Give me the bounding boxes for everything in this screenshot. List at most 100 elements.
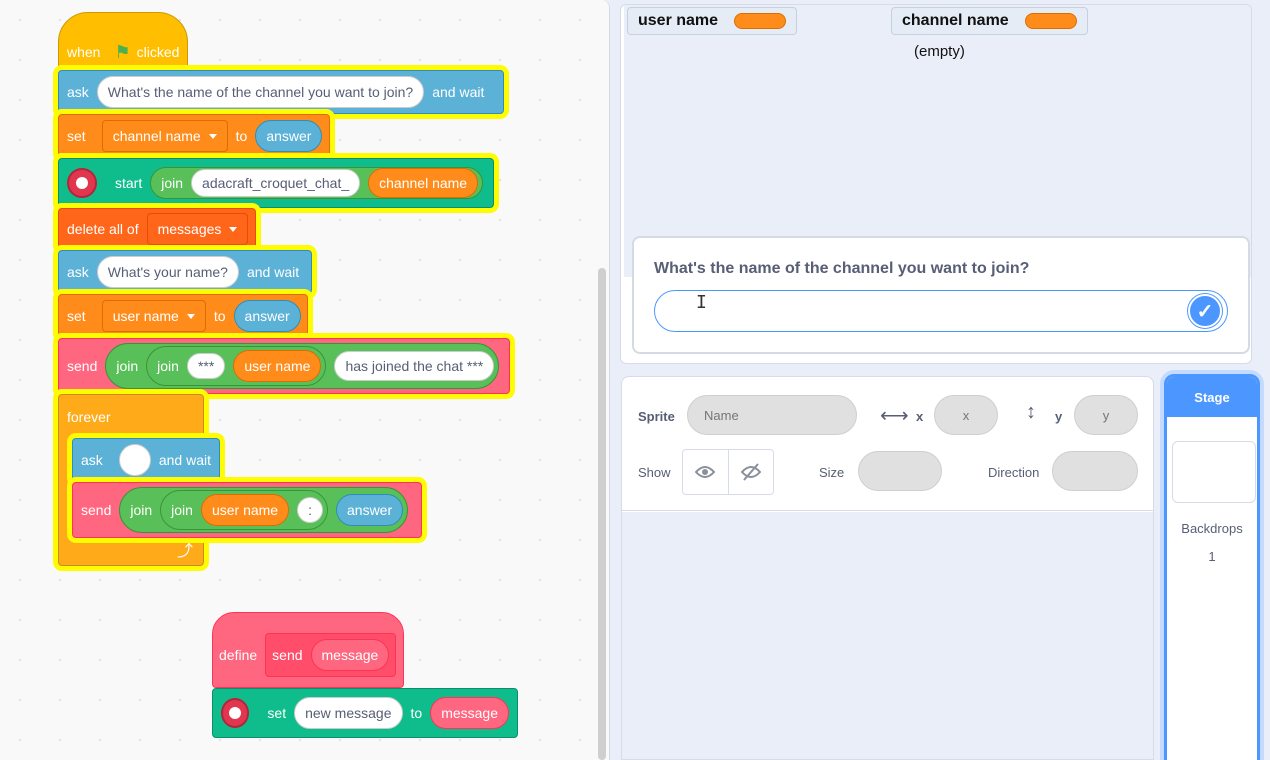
eye-slash-icon	[740, 463, 761, 481]
and-wait-label: and wait	[432, 84, 485, 100]
croquet-extension-icon	[67, 168, 97, 198]
loop-arrow-icon: ⤴	[177, 543, 194, 560]
set-user-name-block[interactable]: set user name to answer	[58, 294, 308, 338]
ask-name-question[interactable]: What's your name?	[96, 256, 239, 288]
dropdown-value: user name	[112, 308, 179, 324]
define-send-block[interactable]: define send message	[212, 612, 404, 688]
set-new-message-block[interactable]: set new message to message	[212, 688, 518, 738]
croquet-extension-icon	[221, 698, 250, 728]
sprite-name-input[interactable]	[687, 395, 857, 435]
to-label: to	[235, 128, 248, 144]
text-cursor-icon: I	[696, 292, 707, 313]
join-operator-inner[interactable]: join *** user name	[146, 346, 327, 386]
prompt-question: What's the name of the channel you want …	[654, 260, 1030, 277]
size-input[interactable]	[858, 451, 942, 491]
to-label: to	[213, 308, 226, 324]
joined-suffix-field[interactable]: has joined the chat ***	[334, 351, 495, 381]
to-label: to	[410, 705, 423, 721]
sprite-label: Sprite	[638, 409, 675, 424]
size-label: Size	[819, 465, 845, 480]
define-label: define	[219, 647, 258, 663]
join-label: join	[157, 358, 179, 374]
separator-field[interactable]: :	[297, 497, 323, 523]
ask-channel-block[interactable]: ask What's the name of the channel you w…	[58, 70, 504, 114]
set-label: set	[267, 705, 287, 721]
code-scrollbar[interactable]	[598, 268, 606, 760]
variable-dropdown-channel-name[interactable]: channel name	[101, 120, 228, 152]
set-label: set	[67, 308, 86, 324]
join-operator-outer[interactable]: join join user name : answer	[119, 487, 409, 533]
list-dropdown-messages[interactable]: messages	[146, 213, 249, 245]
show-visible-button[interactable]	[683, 450, 728, 494]
delete-all-label: delete all of	[67, 221, 139, 237]
sprite-list[interactable]	[622, 512, 1153, 759]
stage-selector[interactable]: Stage Backdrops 1	[1164, 374, 1260, 760]
prompt-answer-input[interactable]	[654, 290, 1228, 332]
ask-message-question[interactable]	[118, 444, 151, 476]
join-label: join	[130, 502, 153, 518]
dropdown-value: messages	[157, 221, 222, 237]
x-input[interactable]	[934, 395, 998, 435]
x-label: x	[916, 409, 924, 424]
answer-reporter[interactable]: answer	[336, 494, 404, 526]
caret-down-icon	[229, 226, 238, 232]
join-label: join	[171, 502, 193, 518]
check-icon[interactable]: ✓	[1188, 294, 1222, 328]
message-param[interactable]: message	[310, 639, 390, 671]
join-operator-outer[interactable]: join join *** user name has joined the c…	[105, 343, 500, 389]
stage-thumbnail	[1172, 441, 1256, 503]
stars-field[interactable]: ***	[186, 353, 226, 379]
join-label: join	[161, 175, 184, 191]
show-hidden-button[interactable]	[727, 450, 774, 494]
ask-prompt: What's the name of the channel you want …	[632, 236, 1250, 354]
custom-block-prototype[interactable]: send message	[265, 633, 397, 677]
code-area[interactable]: when ⚑ clicked ask What's the name of th…	[0, 0, 610, 760]
monitor-channel-name[interactable]: channel name	[891, 7, 1088, 35]
channel-prefix-field[interactable]: adacraft_croquet_chat_	[191, 169, 361, 197]
new-message-field[interactable]: new message	[294, 697, 403, 729]
clicked-label: clicked	[136, 44, 180, 60]
user-name-reporter[interactable]: user name	[233, 350, 322, 382]
direction-input[interactable]	[1052, 451, 1138, 491]
join-operator[interactable]: join adacraft_croquet_chat_ channel name	[150, 167, 484, 199]
message-reporter[interactable]: message	[430, 697, 509, 729]
send-label: send	[81, 502, 112, 518]
caret-down-icon	[208, 133, 217, 139]
horizontal-arrows-icon: ⟷	[880, 405, 909, 427]
answer-reporter[interactable]: answer	[233, 300, 301, 332]
y-label: y	[1055, 409, 1063, 424]
start-label: start	[115, 175, 143, 191]
ask-label: ask	[81, 452, 103, 468]
stage-selector-header: Stage	[1167, 377, 1257, 417]
send-label: send	[67, 358, 98, 374]
join-label: join	[116, 358, 139, 374]
send-joined-block[interactable]: send join join *** user name has joined …	[58, 338, 510, 394]
direction-label: Direction	[988, 465, 1040, 480]
ask-message-block[interactable]: ask and wait	[72, 438, 220, 482]
eye-icon	[695, 466, 716, 478]
join-operator-inner[interactable]: join user name :	[160, 490, 328, 530]
variable-dropdown-user-name[interactable]: user name	[101, 300, 206, 332]
answer-reporter[interactable]: answer	[255, 120, 323, 152]
set-label: set	[67, 128, 86, 144]
show-toggle-group	[682, 449, 774, 495]
when-label: when	[67, 44, 101, 60]
dropdown-value: channel name	[112, 128, 201, 144]
and-wait-label: and wait	[158, 452, 211, 468]
list-empty-text: (empty)	[914, 43, 965, 60]
backdrops-label: Backdrops	[1181, 521, 1243, 536]
delete-all-messages-block[interactable]: delete all of messages	[58, 208, 256, 250]
start-channel-block[interactable]: start join adacraft_croquet_chat_ channe…	[58, 158, 494, 208]
monitor-user-name[interactable]: user name	[627, 7, 798, 35]
when-flag-clicked-block[interactable]: when ⚑ clicked	[58, 12, 188, 70]
y-input[interactable]	[1074, 395, 1138, 435]
ask-channel-question[interactable]: What's the name of the channel you want …	[96, 76, 425, 108]
set-channel-name-block[interactable]: set channel name to answer	[58, 114, 330, 158]
channel-name-reporter[interactable]: channel name	[368, 168, 479, 198]
sprite-panel: Sprite ⟷ x ↕ y Show Size Direction	[621, 376, 1154, 760]
send-message-block[interactable]: send join join user name : answer	[72, 482, 422, 538]
ask-name-block[interactable]: ask What's your name? and wait	[58, 250, 312, 294]
user-name-reporter[interactable]: user name	[200, 494, 290, 526]
forever-label: forever	[67, 409, 111, 425]
vertical-arrows-icon: ↕	[1026, 401, 1036, 423]
